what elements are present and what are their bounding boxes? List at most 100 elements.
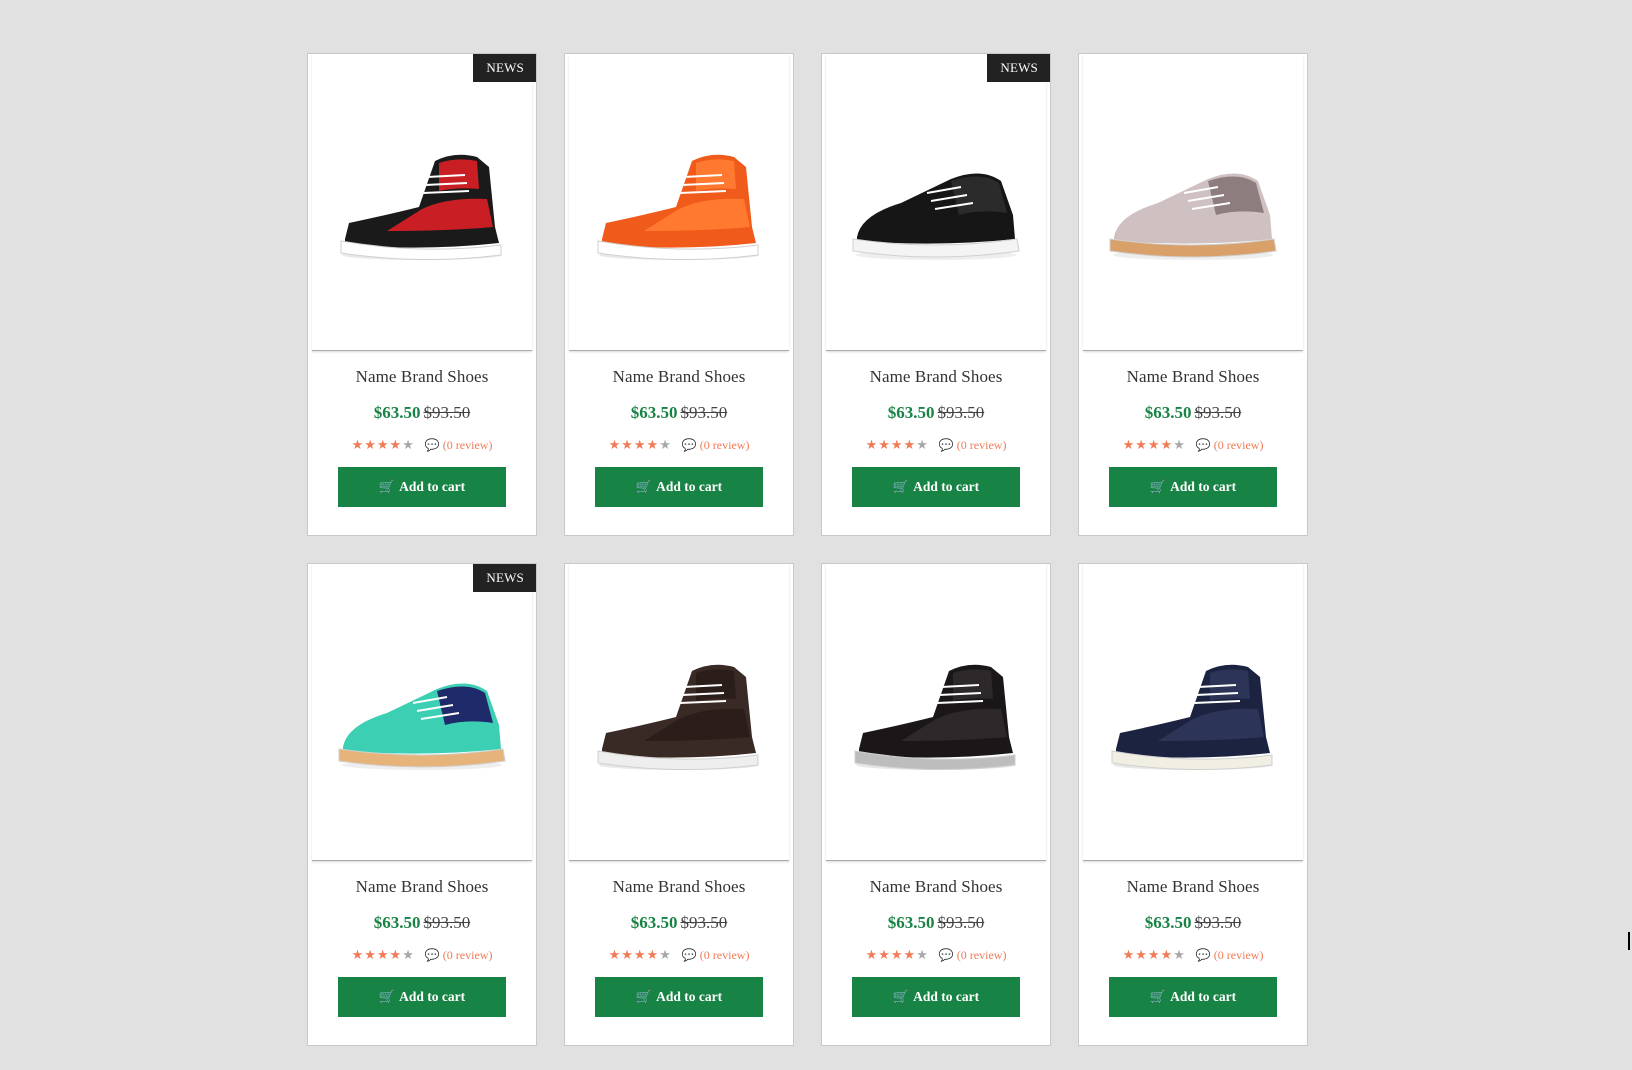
product-title[interactable]: Name Brand Shoes bbox=[565, 877, 793, 897]
product-card[interactable]: NEWS Name Brand Shoes $63.50 $93.50 ★★★★★… bbox=[821, 53, 1051, 536]
star-rating: ★★★★★ bbox=[352, 947, 415, 963]
review-count: (0 review) bbox=[1213, 947, 1264, 962]
product-image[interactable] bbox=[569, 54, 789, 351]
product-card[interactable]: Name Brand Shoes $63.50 $93.50 ★★★★★ 💬 (0… bbox=[564, 563, 794, 1046]
add-to-cart-label: Add to cart bbox=[913, 989, 980, 1004]
shoe-image bbox=[597, 664, 759, 771]
product-price: $63.50 $93.50 bbox=[822, 913, 1050, 933]
review-count: (0 review) bbox=[956, 437, 1007, 452]
product-title[interactable]: Name Brand Shoes bbox=[1079, 877, 1307, 897]
star-rating: ★★★★★ bbox=[866, 437, 929, 453]
product-card[interactable]: Name Brand Shoes $63.50 $93.50 ★★★★★ 💬 (0… bbox=[1078, 53, 1308, 536]
sale-price: $63.50 bbox=[373, 403, 421, 422]
star-icon: ★ bbox=[916, 947, 929, 962]
sale-price: $63.50 bbox=[887, 913, 935, 932]
text-cursor bbox=[1628, 932, 1630, 950]
product-card[interactable]: Name Brand Shoes $63.50 $93.50 ★★★★★ 💬 (0… bbox=[821, 563, 1051, 1046]
product-image[interactable] bbox=[1083, 54, 1303, 351]
product-image[interactable] bbox=[312, 564, 532, 861]
product-title[interactable]: Name Brand Shoes bbox=[308, 367, 536, 387]
product-title[interactable]: Name Brand Shoes bbox=[308, 877, 536, 897]
product-card[interactable]: Name Brand Shoes $63.50 $93.50 ★★★★★ 💬 (0… bbox=[1078, 563, 1308, 1046]
review-link[interactable]: 💬 (0 review) bbox=[682, 438, 750, 453]
review-link[interactable]: 💬 (0 review) bbox=[1196, 438, 1264, 453]
product-image[interactable] bbox=[826, 564, 1046, 861]
sale-price: $63.50 bbox=[373, 913, 421, 932]
shopping-cart-icon: 🛒 bbox=[378, 479, 396, 494]
product-title[interactable]: Name Brand Shoes bbox=[1079, 367, 1307, 387]
comments-icon: 💬 bbox=[424, 947, 440, 962]
star-icon: ★ bbox=[903, 947, 917, 962]
rating-row: ★★★★★ 💬 (0 review) bbox=[822, 437, 1050, 453]
comments-icon: 💬 bbox=[1195, 947, 1211, 962]
review-link[interactable]: 💬 (0 review) bbox=[425, 438, 493, 453]
star-icon: ★ bbox=[865, 437, 879, 452]
star-icon: ★ bbox=[376, 437, 390, 452]
add-to-cart-button[interactable]: 🛒 Add to cart bbox=[595, 977, 763, 1017]
star-rating: ★★★★★ bbox=[609, 437, 672, 453]
product-grid: NEWS Name Brand Shoes $63.50 $93.50 ★★★★★… bbox=[307, 53, 1308, 1046]
sale-price: $63.50 bbox=[630, 913, 678, 932]
add-to-cart-button[interactable]: 🛒 Add to cart bbox=[338, 977, 506, 1017]
add-to-cart-button[interactable]: 🛒 Add to cart bbox=[852, 977, 1020, 1017]
review-link[interactable]: 💬 (0 review) bbox=[682, 948, 750, 963]
star-icon: ★ bbox=[659, 947, 672, 962]
product-title[interactable]: Name Brand Shoes bbox=[565, 367, 793, 387]
shoe-image bbox=[340, 154, 502, 261]
review-link[interactable]: 💬 (0 review) bbox=[425, 948, 493, 963]
star-rating: ★★★★★ bbox=[1123, 437, 1186, 453]
star-icon: ★ bbox=[646, 437, 660, 452]
star-icon: ★ bbox=[351, 437, 365, 452]
shoe-image bbox=[1111, 664, 1273, 771]
star-icon: ★ bbox=[1122, 437, 1136, 452]
star-icon: ★ bbox=[376, 947, 390, 962]
comments-icon: 💬 bbox=[681, 947, 697, 962]
news-badge: NEWS bbox=[987, 54, 1050, 82]
add-to-cart-button[interactable]: 🛒 Add to cart bbox=[338, 467, 506, 507]
add-to-cart-button[interactable]: 🛒 Add to cart bbox=[1109, 977, 1277, 1017]
product-card[interactable]: NEWS Name Brand Shoes $63.50 $93.50 ★★★★★… bbox=[307, 53, 537, 536]
star-rating: ★★★★★ bbox=[609, 947, 672, 963]
product-title[interactable]: Name Brand Shoes bbox=[822, 367, 1050, 387]
star-icon: ★ bbox=[402, 947, 415, 962]
product-image[interactable] bbox=[826, 54, 1046, 351]
product-image[interactable] bbox=[1083, 564, 1303, 861]
star-icon: ★ bbox=[878, 437, 891, 452]
star-rating: ★★★★★ bbox=[866, 947, 929, 963]
review-link[interactable]: 💬 (0 review) bbox=[1196, 948, 1264, 963]
comments-icon: 💬 bbox=[424, 437, 440, 452]
star-icon: ★ bbox=[903, 437, 917, 452]
star-icon: ★ bbox=[890, 437, 904, 452]
original-price: $93.50 bbox=[423, 913, 471, 932]
star-icon: ★ bbox=[364, 947, 377, 962]
product-image[interactable] bbox=[569, 564, 789, 861]
comments-icon: 💬 bbox=[1195, 437, 1211, 452]
star-icon: ★ bbox=[364, 437, 377, 452]
shoe-image bbox=[852, 173, 1020, 260]
product-price: $63.50 $93.50 bbox=[565, 403, 793, 423]
review-link[interactable]: 💬 (0 review) bbox=[939, 948, 1007, 963]
star-icon: ★ bbox=[865, 947, 879, 962]
product-image[interactable] bbox=[312, 54, 532, 351]
product-title[interactable]: Name Brand Shoes bbox=[822, 877, 1050, 897]
review-count: (0 review) bbox=[956, 947, 1007, 962]
comments-icon: 💬 bbox=[938, 947, 954, 962]
original-price: $93.50 bbox=[423, 403, 471, 422]
star-icon: ★ bbox=[1147, 947, 1161, 962]
add-to-cart-button[interactable]: 🛒 Add to cart bbox=[595, 467, 763, 507]
star-rating: ★★★★★ bbox=[352, 437, 415, 453]
star-icon: ★ bbox=[621, 947, 634, 962]
product-card[interactable]: Name Brand Shoes $63.50 $93.50 ★★★★★ 💬 (0… bbox=[564, 53, 794, 536]
star-icon: ★ bbox=[608, 437, 622, 452]
review-count: (0 review) bbox=[699, 947, 750, 962]
product-card[interactable]: NEWS Name Brand Shoes $63.50 $93.50 ★★★★★… bbox=[307, 563, 537, 1046]
review-count: (0 review) bbox=[1213, 437, 1264, 452]
sale-price: $63.50 bbox=[1144, 403, 1192, 422]
star-icon: ★ bbox=[1135, 947, 1148, 962]
add-to-cart-button[interactable]: 🛒 Add to cart bbox=[1109, 467, 1277, 507]
add-to-cart-button[interactable]: 🛒 Add to cart bbox=[852, 467, 1020, 507]
rating-row: ★★★★★ 💬 (0 review) bbox=[308, 437, 536, 453]
shoe-image bbox=[338, 683, 506, 770]
review-link[interactable]: 💬 (0 review) bbox=[939, 438, 1007, 453]
comments-icon: 💬 bbox=[938, 437, 954, 452]
